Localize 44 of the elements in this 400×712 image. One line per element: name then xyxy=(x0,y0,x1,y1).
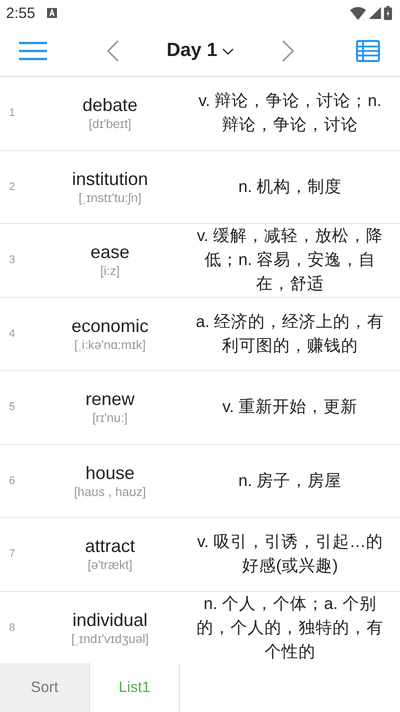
row-number: 2 xyxy=(8,180,16,193)
meaning: a. 经济的，经济上的，有利可图的，赚钱的 xyxy=(194,312,386,357)
word: debate xyxy=(82,95,138,116)
meaning: v. 吸引，引诱，引起…的好感(或兴趣) xyxy=(196,532,384,578)
phonetic: [i:z] xyxy=(100,264,120,278)
word: economic xyxy=(71,316,149,337)
next-button[interactable] xyxy=(282,40,294,62)
meaning: v. 缓解，减轻，放松，降低；n. 容易，安逸，自在，舒适 xyxy=(196,226,384,296)
row-number: 7 xyxy=(8,548,16,560)
row-number: 6 xyxy=(8,474,16,487)
phonetic: [dɪ'beɪt] xyxy=(88,117,132,132)
meaning: n. 机构，制度 xyxy=(237,176,343,198)
caret-icon xyxy=(222,48,234,54)
tab[interactable]: Sort xyxy=(0,663,90,712)
status-time: 2:55 xyxy=(6,4,36,22)
menu-button[interactable] xyxy=(19,41,47,61)
phonetic: [ˌɪndɪ'vɪdʒuəl] xyxy=(71,632,149,646)
wifi-icon xyxy=(350,6,366,20)
row-number: 3 xyxy=(8,254,16,266)
signal-icon xyxy=(369,7,381,19)
phonetic: [rɪ'nu:] xyxy=(92,411,128,426)
meaning: n. 房子，房屋 xyxy=(237,470,343,492)
notification-icon xyxy=(47,8,58,18)
word: attract xyxy=(84,536,136,558)
row-number: 5 xyxy=(8,401,16,414)
battery-icon xyxy=(384,6,392,20)
phonetic: [ˌi:kə'nɑ:mɪk] xyxy=(74,338,146,352)
phonetic: [ə'trækt] xyxy=(88,558,132,572)
phonetic: [haʊs , haʊz] xyxy=(74,484,146,499)
word: renew xyxy=(85,389,135,410)
meaning: n. 个人，个体；a. 个别的，个人的，独特的，有个性的 xyxy=(196,594,384,663)
row-number: 8 xyxy=(8,622,16,634)
row-number: 1 xyxy=(8,107,16,120)
meaning: v. 重新开始，更新 xyxy=(221,397,359,418)
meaning: v. 辩论，争论，讨论；n. 辩论，争论，讨论 xyxy=(198,91,382,136)
phonetic: [ˌɪnstɪ'tu:ʃn] xyxy=(78,190,142,205)
list-view-button[interactable] xyxy=(356,40,380,62)
row-number: 4 xyxy=(8,328,16,340)
word: institution xyxy=(72,168,148,190)
word: individual xyxy=(72,610,148,631)
word: house xyxy=(85,462,135,484)
word: ease xyxy=(90,242,130,264)
previous-button[interactable] xyxy=(107,40,119,62)
day-dropdown[interactable]: Day 1 xyxy=(166,40,234,62)
